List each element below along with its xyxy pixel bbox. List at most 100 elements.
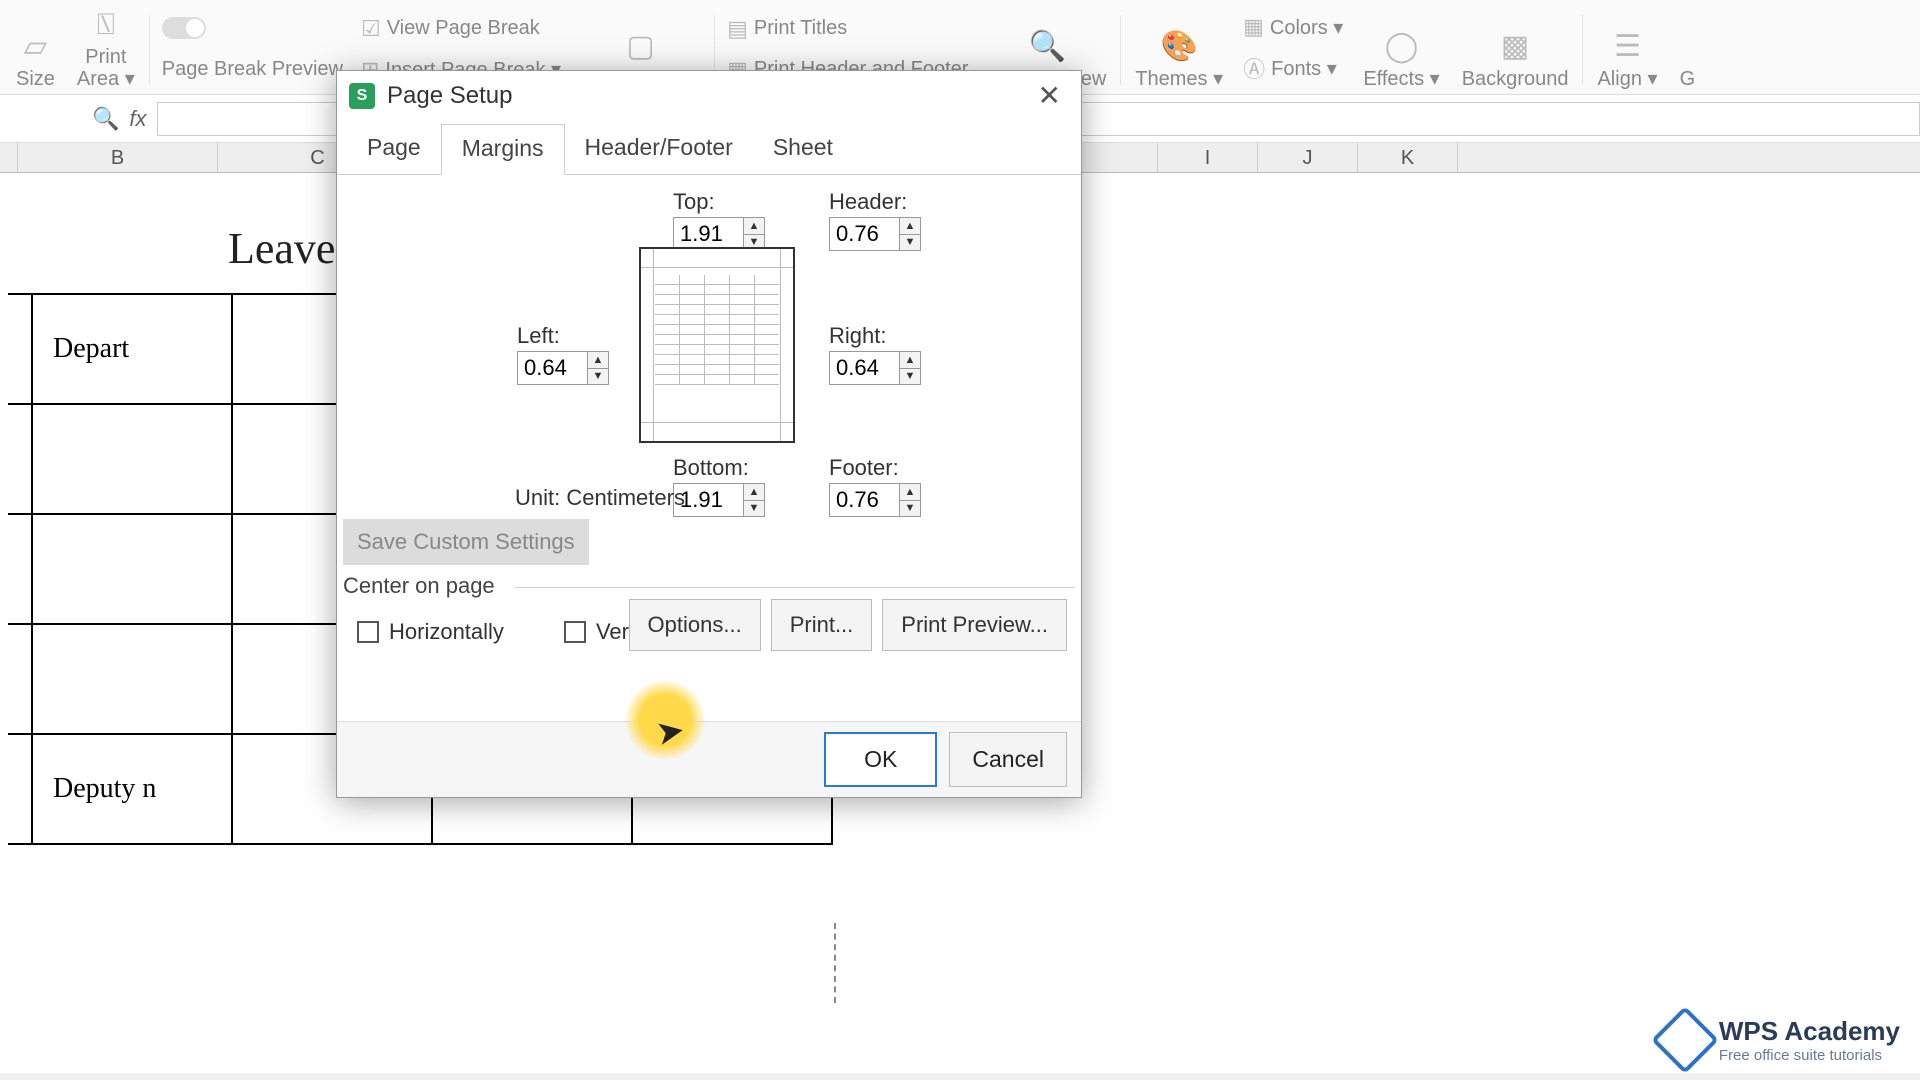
print-button[interactable]: Print...	[771, 599, 873, 651]
page-zoom-icon: ▢	[626, 29, 654, 64]
page-size-icon: ▱	[24, 29, 47, 64]
footer-label: Footer:	[829, 455, 899, 481]
bottom-spinner[interactable]: ▲▼	[673, 483, 765, 517]
size-button[interactable]: ▱ Size	[8, 6, 63, 92]
background-button[interactable]: ▩ Background	[1454, 6, 1577, 92]
spin-up-icon[interactable]: ▲	[900, 218, 920, 235]
fx-icon[interactable]: fx	[129, 106, 146, 132]
top-spin-buttons[interactable]: ▲▼	[743, 217, 765, 251]
print-titles-button[interactable]: ▤ Print Titles	[727, 16, 968, 42]
size-label: Size	[16, 68, 55, 90]
fonts-label: Fonts ▾	[1271, 56, 1337, 81]
dialog-titlebar[interactable]: S Page Setup ✕	[337, 71, 1081, 120]
header-spin-buttons[interactable]: ▲▼	[899, 217, 921, 251]
ok-button[interactable]: OK	[824, 732, 937, 787]
page-break-preview-button[interactable]	[162, 17, 343, 39]
left-label: Left:	[517, 323, 560, 349]
page-break-preview-label-row[interactable]: Page Break Preview	[162, 58, 343, 81]
zoom-icon[interactable]: 🔍	[92, 106, 119, 132]
print-titles-icon: ▤	[727, 16, 748, 42]
view-page-break-button[interactable]: ☑ View Page Break	[361, 16, 561, 42]
dialog-tabs: Page Margins Header/Footer Sheet	[337, 124, 1081, 175]
view-page-break-label: View Page Break	[387, 17, 540, 40]
spin-up-icon[interactable]: ▲	[744, 218, 764, 235]
right-input[interactable]	[829, 351, 899, 385]
print-area-button[interactable]: ⍂ PrintArea ▾	[69, 6, 143, 92]
header-label: Header:	[829, 189, 907, 215]
cell[interactable]: Depart	[32, 294, 232, 404]
center-on-page-label: Center on page	[343, 573, 495, 598]
dialog-footer: OK Cancel	[337, 721, 1081, 797]
fonts-button[interactable]: Ⓐ Fonts ▾	[1243, 52, 1343, 84]
page-break-line	[834, 923, 836, 1003]
watermark-subtitle: Free office suite tutorials	[1719, 1047, 1900, 1064]
col-header[interactable]: J	[1258, 143, 1358, 172]
separator	[149, 15, 150, 85]
spin-up-icon[interactable]: ▲	[588, 352, 608, 369]
right-label: Right:	[829, 323, 886, 349]
footer-spin-buttons[interactable]: ▲▼	[899, 483, 921, 517]
col-header[interactable]: I	[1158, 143, 1258, 172]
bottom-spin-buttons[interactable]: ▲▼	[743, 483, 765, 517]
group-button[interactable]: G	[1672, 6, 1704, 92]
separator	[1582, 15, 1583, 85]
print-preview-button[interactable]: Print Preview...	[882, 599, 1067, 651]
top-spinner[interactable]: ▲▼	[673, 217, 765, 251]
save-custom-settings-button: Save Custom Settings	[343, 519, 589, 565]
left-spinner[interactable]: ▲▼	[517, 351, 609, 385]
theme-sub-group: ▦ Colors ▾ Ⓐ Fonts ▾	[1237, 6, 1349, 92]
effects-button[interactable]: ◯ Effects ▾	[1355, 6, 1447, 92]
tab-sheet[interactable]: Sheet	[753, 124, 853, 174]
page-preview	[639, 247, 795, 443]
watermark-title: WPS Academy	[1719, 1016, 1900, 1047]
left-input[interactable]	[517, 351, 587, 385]
tab-header-footer[interactable]: Header/Footer	[565, 124, 753, 174]
bottom-label: Bottom:	[673, 455, 749, 481]
spin-down-icon[interactable]: ▼	[900, 235, 920, 251]
app-icon: S	[349, 83, 375, 109]
background-label: Background	[1462, 68, 1569, 90]
dialog-title: Page Setup	[387, 82, 512, 110]
colors-icon: ▦	[1243, 14, 1264, 40]
spin-up-icon[interactable]: ▲	[900, 352, 920, 369]
col-header[interactable]: K	[1358, 143, 1458, 172]
header-input[interactable]	[829, 217, 899, 251]
select-all-corner[interactable]	[0, 143, 18, 172]
cell[interactable]: Deputy n	[32, 734, 232, 844]
margin-controls: Top: ▲▼ Header: ▲▼ Left: ▲▼ Right: ▲▼	[351, 187, 1067, 507]
dialog-action-buttons: Options... Print... Print Preview...	[337, 599, 1067, 651]
right-spinner[interactable]: ▲▼	[829, 351, 921, 385]
footer-spinner[interactable]: ▲▼	[829, 483, 921, 517]
spin-down-icon[interactable]: ▼	[900, 369, 920, 385]
spin-down-icon[interactable]: ▼	[744, 501, 764, 517]
preview-group: Page Break Preview	[156, 6, 349, 92]
group-label: G	[1680, 68, 1696, 90]
colors-button[interactable]: ▦ Colors ▾	[1243, 14, 1343, 40]
right-spin-buttons[interactable]: ▲▼	[899, 351, 921, 385]
separator	[1120, 15, 1121, 85]
wps-logo-icon	[1651, 1006, 1719, 1074]
colors-label: Colors ▾	[1270, 15, 1343, 40]
col-header[interactable]: B	[18, 143, 218, 172]
options-button[interactable]: Options...	[629, 599, 761, 651]
background-icon: ▩	[1501, 29, 1529, 64]
tab-margins[interactable]: Margins	[441, 124, 565, 175]
header-spinner[interactable]: ▲▼	[829, 217, 921, 251]
themes-icon: 🎨	[1161, 29, 1198, 64]
close-icon[interactable]: ✕	[1030, 79, 1069, 112]
tab-page[interactable]: Page	[347, 124, 441, 174]
group-line	[515, 587, 1075, 588]
footer-input[interactable]	[829, 483, 899, 517]
spin-up-icon[interactable]: ▲	[744, 484, 764, 501]
left-spin-buttons[interactable]: ▲▼	[587, 351, 609, 385]
spin-down-icon[interactable]: ▼	[900, 501, 920, 517]
spin-down-icon[interactable]: ▼	[588, 369, 608, 385]
spin-up-icon[interactable]: ▲	[900, 484, 920, 501]
themes-button[interactable]: 🎨 Themes ▾	[1127, 6, 1231, 92]
sheet-title-text: Leave	[228, 223, 335, 274]
align-icon: ☰	[1614, 29, 1641, 64]
align-button[interactable]: ☰ Align ▾	[1589, 6, 1665, 92]
cancel-button[interactable]: Cancel	[949, 732, 1067, 787]
effects-icon: ◯	[1385, 29, 1419, 64]
top-input[interactable]	[673, 217, 743, 251]
